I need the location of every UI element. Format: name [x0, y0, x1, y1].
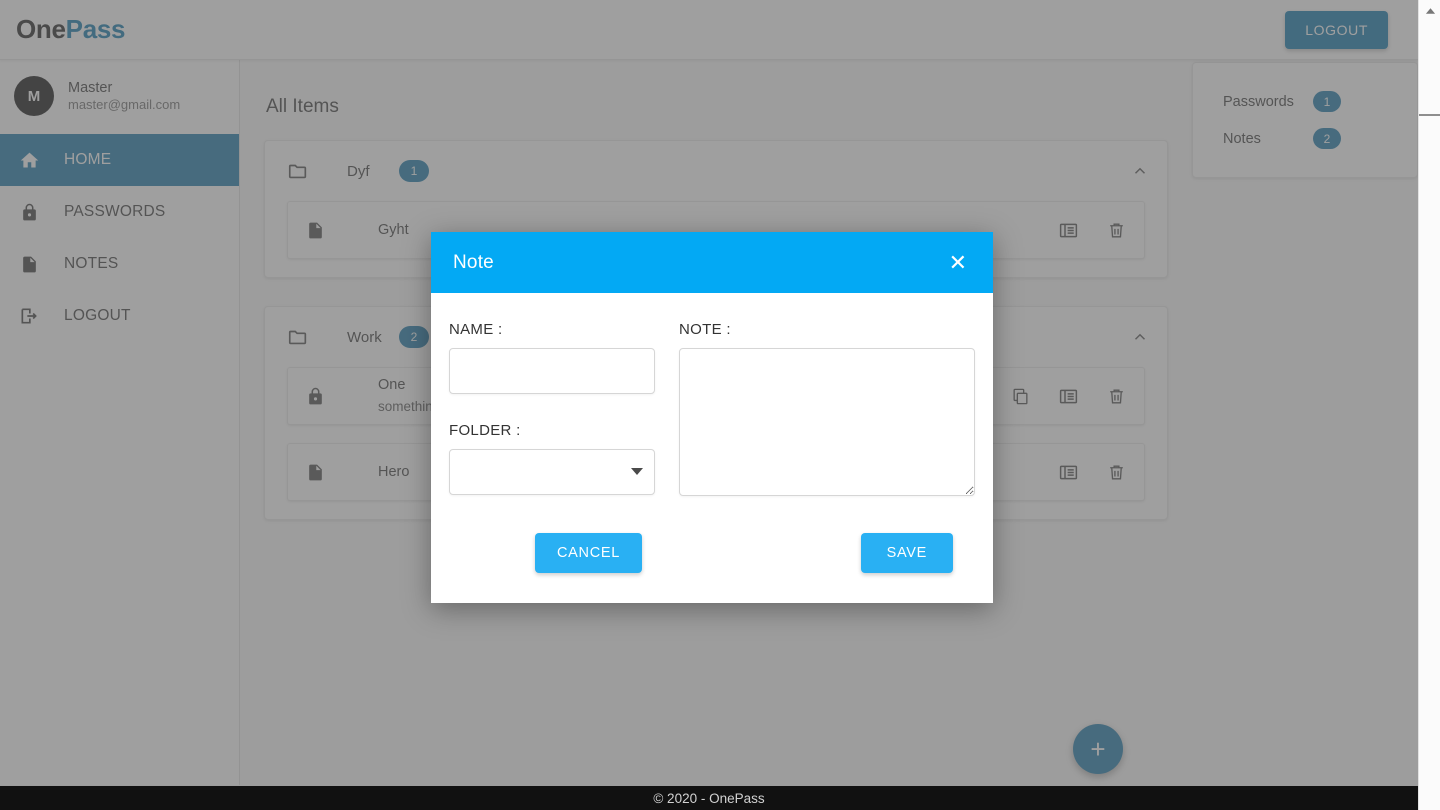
scrollbar-thumb[interactable]	[1419, 114, 1440, 116]
page-scrollbar[interactable]	[1418, 0, 1440, 810]
name-label: NAME :	[449, 321, 503, 338]
dialog-body: NAME : FOLDER : NOTE :	[431, 293, 993, 501]
folder-select-wrap	[449, 449, 655, 495]
close-icon[interactable]: ✕	[943, 248, 973, 278]
note-label: NOTE :	[679, 321, 731, 338]
name-input[interactable]	[449, 348, 655, 394]
cancel-button[interactable]: CANCEL	[535, 533, 643, 573]
dialog-actions: CANCEL SAVE	[431, 501, 993, 603]
dialog-header: Note ✕	[431, 232, 993, 293]
note-dialog: Note ✕ NAME : FOLDER : NOTE : CANCEL SAV	[431, 232, 993, 603]
note-field-column: NOTE :	[679, 321, 975, 501]
folder-label: FOLDER :	[449, 422, 521, 439]
app-root: OnePass LOGOUT M Master master@gmail.com…	[0, 0, 1440, 810]
folder-select[interactable]	[449, 449, 655, 495]
save-button[interactable]: SAVE	[860, 533, 953, 573]
scroll-up-icon[interactable]	[1419, 2, 1440, 20]
field-spacer	[449, 394, 655, 422]
dialog-title: Note	[453, 251, 494, 273]
left-field-column: NAME : FOLDER :	[449, 321, 655, 501]
note-textarea[interactable]	[679, 348, 975, 496]
footer: © 2020 - OnePass	[0, 786, 1418, 810]
